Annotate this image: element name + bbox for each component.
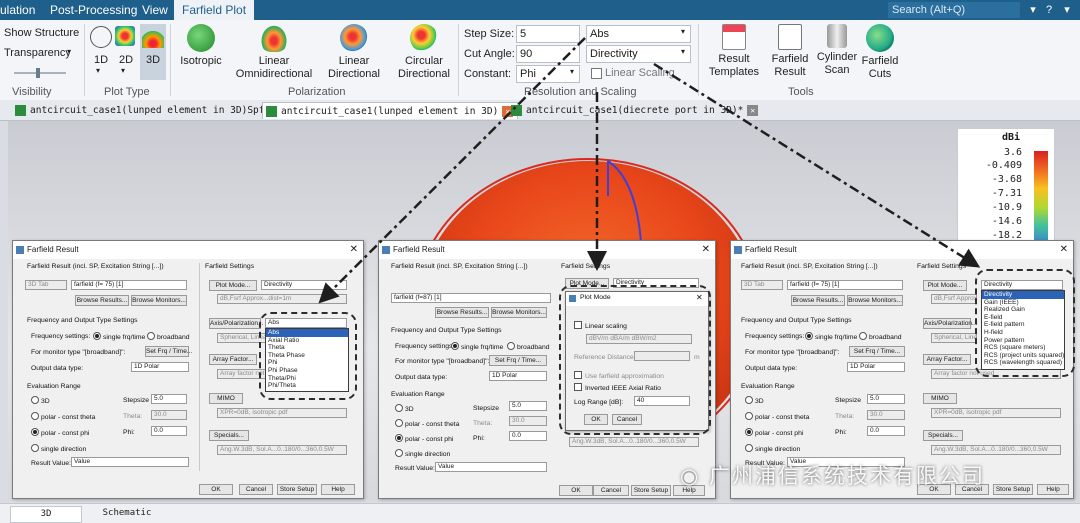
tab-3d[interactable]: 3D xyxy=(10,506,82,523)
bottom-tab-bar: 3D Schematic xyxy=(0,503,1080,523)
arrow-to-mode-list xyxy=(653,62,981,268)
wechat-icon: ◉ xyxy=(680,464,701,488)
watermark-text: 广州浦信系统技术有限公司 xyxy=(709,464,986,488)
watermark: ◉ 广州浦信系统技术有限公司 xyxy=(680,460,985,490)
tab-schematic[interactable]: Schematic xyxy=(82,506,172,521)
arrow-to-polarization xyxy=(318,37,586,304)
annotation-arrows xyxy=(318,37,981,304)
